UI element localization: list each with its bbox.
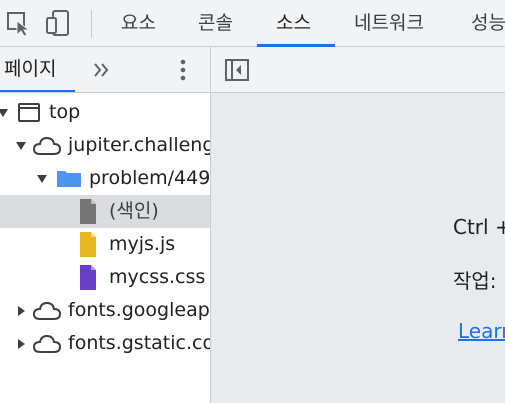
tree-item-index[interactable]: (색인) (0, 195, 210, 228)
learn-more-link[interactable]: Learn (458, 319, 505, 343)
device-toolbar-icon[interactable] (44, 8, 74, 38)
tree-item-label: mycss.css (109, 266, 206, 288)
tree-item-mycss[interactable]: mycss.css (0, 261, 210, 294)
cloud-icon (32, 136, 62, 155)
css-file-icon (80, 265, 96, 290)
toolbar-separator (91, 10, 92, 37)
cloud-icon (32, 301, 62, 320)
tree-item-gstatic[interactable]: fonts.gstatic.com (0, 327, 210, 360)
tab-console[interactable]: 콘솔 (198, 0, 233, 47)
kebab-menu-icon[interactable] (172, 56, 194, 84)
tree-item-label: fonts.gstatic.com (68, 332, 210, 354)
file-tree: top jupiter.challenge problem/4492 (색인) … (0, 93, 210, 403)
tab-network[interactable]: 네트워크 (354, 0, 424, 47)
navigator-header: 페이지 (0, 47, 211, 93)
folder-icon (57, 171, 81, 187)
tab-page[interactable]: 페이지 (0, 47, 75, 92)
frame-icon (18, 103, 40, 122)
tree-item-label: myjs.js (109, 233, 176, 255)
tree-item-jupiter[interactable]: jupiter.challenge (0, 129, 210, 162)
cloud-icon (32, 334, 62, 353)
tab-performance[interactable]: 성능 (471, 0, 505, 47)
tab-elements[interactable]: 요소 (121, 0, 156, 47)
tree-item-label: top (49, 101, 81, 123)
inspect-element-icon[interactable] (4, 8, 34, 38)
tree-item-label: jupiter.challenge (68, 134, 210, 156)
tree-item-label: problem/4492 (89, 167, 210, 189)
editor-header (211, 47, 505, 93)
tab-sources[interactable]: 소스 (276, 0, 311, 47)
expand-arrow-icon[interactable] (0, 96, 11, 129)
collapse-arrow-icon[interactable] (13, 327, 29, 360)
tree-item-problem[interactable]: problem/4492 (0, 162, 210, 195)
tree-item-label: (색인) (109, 200, 159, 222)
collapse-arrow-icon[interactable] (13, 294, 29, 327)
expand-arrow-icon[interactable] (13, 129, 29, 162)
shortcut-hint: Ctrl + (453, 215, 505, 239)
js-file-icon (80, 232, 96, 257)
tree-item-top[interactable]: top (0, 96, 210, 129)
file-icon (80, 199, 96, 224)
tree-item-googleapis[interactable]: fonts.googleapis (0, 294, 210, 327)
toggle-navigator-icon[interactable] (224, 58, 250, 82)
devtools-toolbar: 요소 콘솔 소스 네트워크 성능 (0, 0, 505, 47)
expand-arrow-icon[interactable] (34, 162, 50, 195)
tree-item-label: fonts.googleapis (68, 299, 210, 321)
editor-placeholder: Ctrl + 작업: Learn (211, 93, 505, 403)
chevron-double-right-icon[interactable] (88, 56, 116, 84)
action-hint: 작업: (453, 269, 497, 293)
tree-item-myjs[interactable]: myjs.js (0, 228, 210, 261)
